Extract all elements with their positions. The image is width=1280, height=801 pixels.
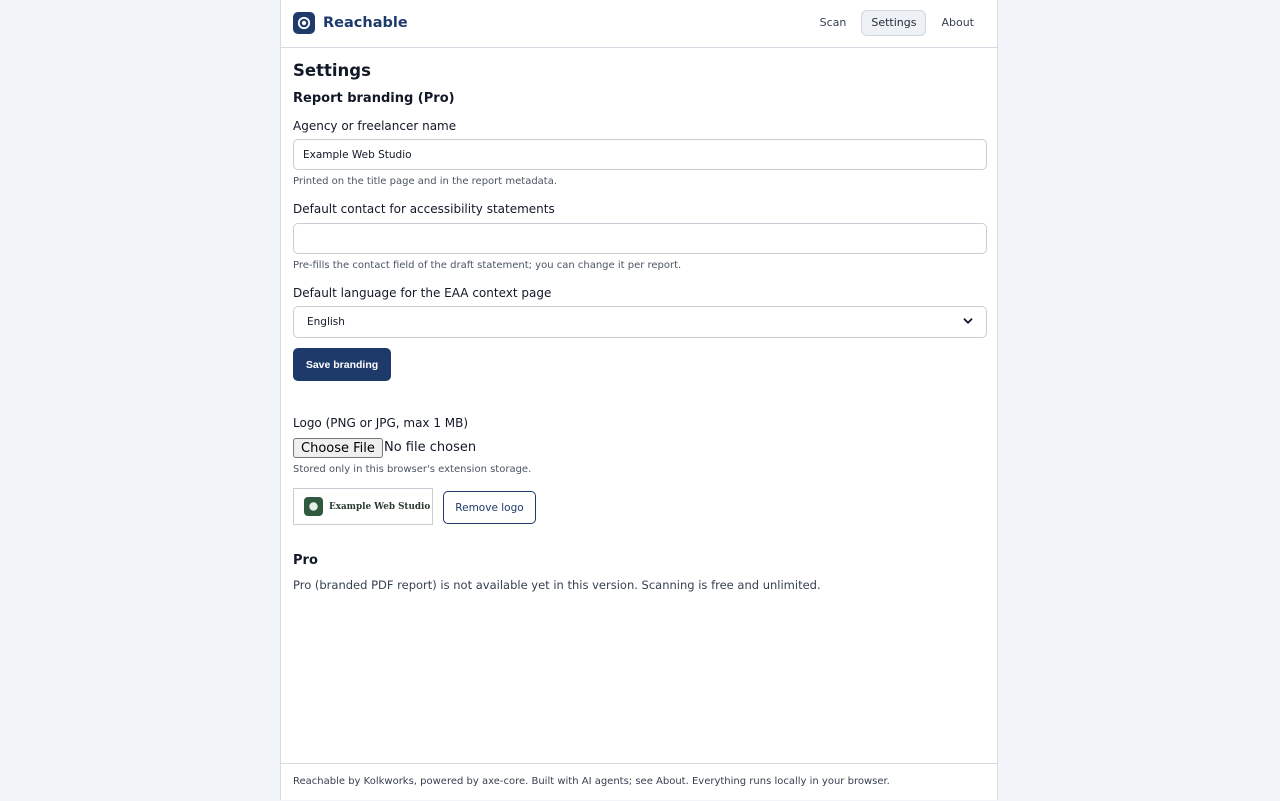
logo-mark-icon	[304, 497, 323, 516]
contact-hint: Pre-fills the contact field of the draft…	[293, 260, 682, 271]
target-icon	[293, 12, 315, 34]
logo-label: Logo (PNG or JPG, max 1 MB)	[293, 416, 469, 430]
brand: Reachable	[293, 12, 408, 34]
header: Reachable Scan Settings About	[281, 0, 997, 48]
page-title: Settings	[293, 61, 371, 80]
logo-hint: Stored only in this browser's extension …	[293, 464, 532, 475]
nav-scan[interactable]: Scan	[810, 10, 857, 36]
save-branding-button[interactable]: Save branding	[293, 348, 391, 381]
file-status: No file chosen	[384, 440, 477, 455]
contact-input[interactable]	[293, 223, 987, 254]
agency-name-input[interactable]	[293, 139, 987, 170]
app-panel: Reachable Scan Settings About Settings R…	[280, 0, 998, 800]
nav-about[interactable]: About	[931, 10, 984, 36]
logo-preview-text: Example Web Studio	[329, 501, 431, 512]
contact-label: Default contact for accessibility statem…	[293, 202, 555, 216]
footer: Reachable by Kolkworks, powered by axe-c…	[281, 763, 997, 801]
nav-settings[interactable]: Settings	[861, 10, 927, 36]
language-label: Default language for the EAA context pag…	[293, 286, 552, 300]
footer-text: Reachable by Kolkworks, powered by axe-c…	[293, 776, 890, 787]
branding-heading: Report branding (Pro)	[293, 91, 455, 106]
logo-preview: Example Web Studio	[293, 488, 433, 525]
agency-name-label: Agency or freelancer name	[293, 119, 457, 133]
app-name: Reachable	[323, 15, 408, 31]
language-select[interactable]: English	[293, 306, 987, 338]
pro-heading: Pro	[293, 553, 318, 568]
choose-file-button[interactable]: Choose File	[293, 438, 383, 458]
agency-name-hint: Printed on the title page and in the rep…	[293, 176, 558, 187]
remove-logo-button[interactable]: Remove logo	[443, 491, 536, 524]
top-nav: Scan Settings About	[805, 10, 984, 36]
language-select-value: English	[307, 316, 345, 328]
pro-text: Pro (branded PDF report) is not availabl…	[293, 578, 821, 592]
chevron-down-icon	[963, 316, 973, 329]
